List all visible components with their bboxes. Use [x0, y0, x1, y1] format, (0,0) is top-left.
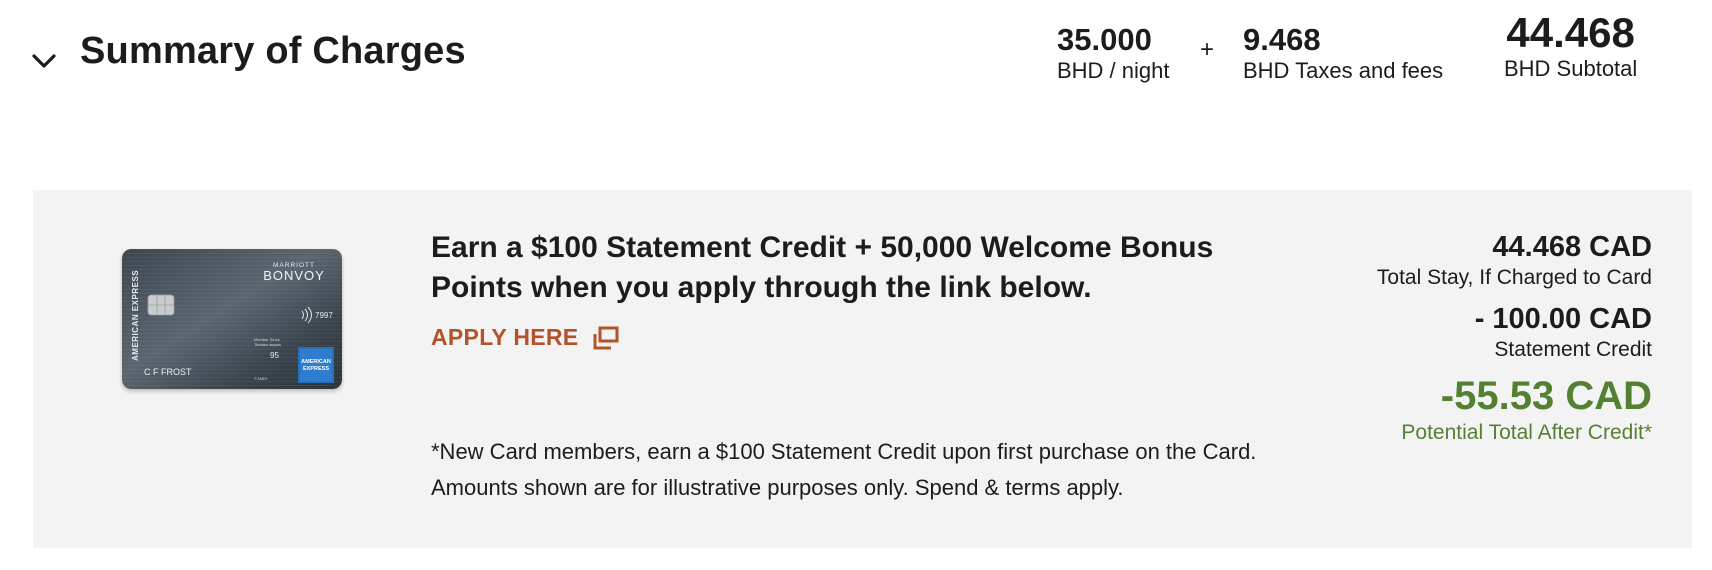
summary-of-charges-header: Summary of Charges 35.000 BHD / night + … — [0, 0, 1712, 120]
card-totals: 44.468 CAD Total Stay, If Charged to Car… — [1377, 230, 1652, 448]
statement-credit-value: - 100.00 CAD — [1474, 303, 1652, 335]
total-after-credit-label: Potential Total After Credit* — [1401, 421, 1652, 444]
subtotal: 44.468 BHD Subtotal — [1504, 10, 1637, 82]
nightly-rate: 35.000 BHD / night — [1057, 22, 1170, 84]
apply-here-link[interactable]: APPLY HERE — [431, 324, 620, 351]
promo-disclaimer: *New Card members, earn a $100 Statement… — [431, 439, 1257, 500]
card-footer-text: © AMEX — [254, 377, 268, 381]
total-stay-value: 44.468 CAD — [1492, 231, 1652, 263]
credit-card-promo-panel: AMERICAN EXPRESS MARRIOTT BONVOY 7997 Me… — [33, 190, 1692, 548]
chevron-down-icon[interactable] — [30, 50, 58, 72]
promo-headline: Earn a $100 Statement Credit + 50,000 We… — [431, 231, 1214, 304]
taxes-value: 9.468 — [1243, 22, 1321, 57]
summary-title[interactable]: Summary of Charges — [80, 30, 466, 73]
subtotal-label: BHD Subtotal — [1504, 56, 1638, 81]
nightly-rate-label: BHD / night — [1057, 58, 1170, 83]
card-last-digits: 7997 — [315, 311, 333, 320]
card-expiry: 95 — [270, 351, 279, 360]
card-issuer-text: AMERICAN EXPRESS — [131, 270, 140, 361]
taxes-label: BHD Taxes and fees — [1243, 58, 1444, 83]
card-chip-icon — [147, 294, 175, 316]
card-holder-name: C F FROST — [144, 367, 192, 377]
amex-logo-line1: AMERICAN — [301, 359, 331, 365]
total-stay-label: Total Stay, If Charged to Card — [1376, 266, 1652, 289]
external-window-icon[interactable] — [592, 325, 620, 351]
total-after-credit-value: -55.53 CAD — [1440, 374, 1652, 418]
taxes-and-fees: 9.468 BHD Taxes and fees — [1243, 22, 1443, 84]
apply-here-label[interactable]: APPLY HERE — [431, 324, 578, 351]
card-member-line2: Titulaire depuis — [254, 342, 281, 347]
card-product-text: BONVOY — [263, 268, 325, 283]
nightly-rate-value: 35.000 — [1057, 22, 1152, 57]
statement-credit-label: Statement Credit — [1494, 338, 1652, 361]
amex-logo-icon: AMERICAN EXPRESS — [298, 347, 334, 383]
amex-logo-line2: EXPRESS — [303, 366, 329, 372]
credit-card-image: AMERICAN EXPRESS MARRIOTT BONVOY 7997 Me… — [122, 249, 342, 389]
plus-sign: + — [1200, 36, 1215, 63]
subtotal-value: 44.468 — [1506, 9, 1635, 56]
